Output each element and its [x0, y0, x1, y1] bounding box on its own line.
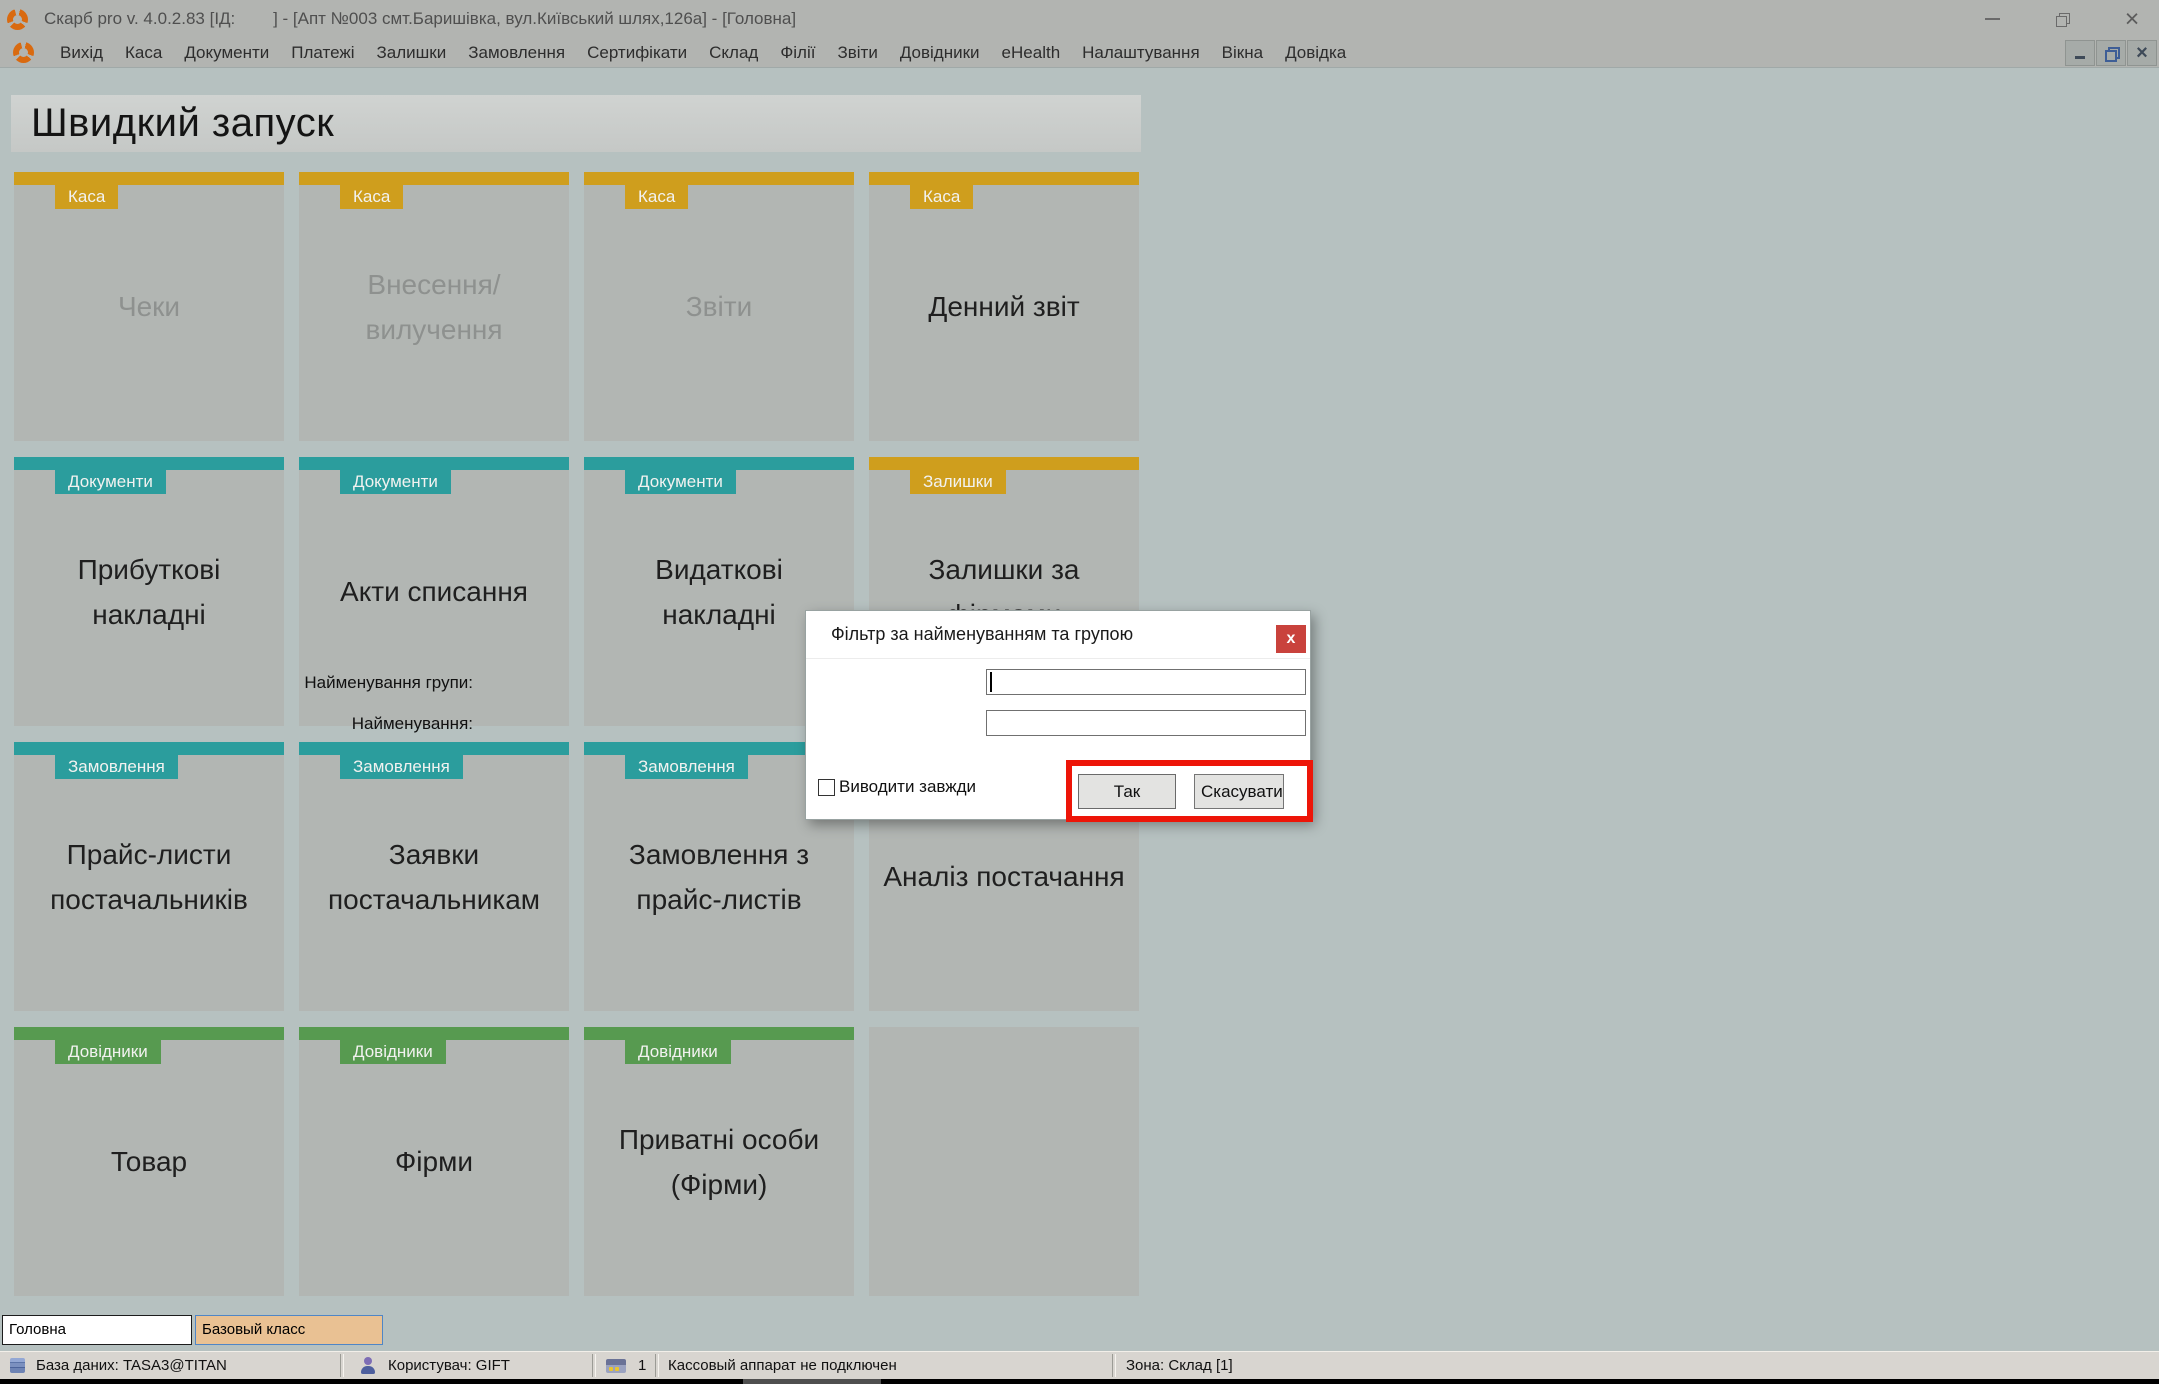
always-show-label: Виводити завжди: [839, 777, 977, 796]
dialog-title-bar[interactable]: Фільтр за найменуванням та групою x: [806, 611, 1310, 659]
window-minimize-button[interactable]: [1979, 6, 2005, 32]
window-title: Скарб pro v. 4.0.2.83 [ІД: ] - [Апт №003…: [44, 9, 797, 28]
mdi-minimize-button[interactable]: [2065, 40, 2095, 66]
tile-label: [869, 1027, 1139, 1296]
tile-tovar[interactable]: Довідники Товар: [14, 1027, 284, 1296]
mdi-close-button[interactable]: ×: [2127, 40, 2157, 66]
tile-vnesennya-vyluchennya[interactable]: Каса Внесення/вилучення: [299, 172, 569, 441]
tile-empty: [869, 1027, 1139, 1296]
menu-item-filii[interactable]: Філії: [769, 40, 826, 66]
tab-holovna[interactable]: Головна: [2, 1315, 192, 1345]
menu-item-zvity[interactable]: Звіти: [826, 40, 888, 66]
tile-label: Денний звіт: [928, 291, 1080, 322]
mdi-restore-button[interactable]: [2096, 40, 2126, 66]
menu-item-zalyshky[interactable]: Залишки: [366, 40, 458, 66]
status-zone: Зона: Склад [1]: [1126, 1357, 1233, 1374]
status-separator: [655, 1354, 659, 1377]
tile-prybutkovi-nakladni[interactable]: Документи Прибуткові накладні: [14, 457, 284, 726]
quick-launch-header: Швидкий запуск: [11, 95, 1141, 152]
filter-dialog: Фільтр за найменуванням та групою x Найм…: [304, 610, 1313, 822]
minimize-icon: [1984, 18, 2000, 20]
name-input[interactable]: [986, 710, 1306, 736]
tab-bazovyi-klass[interactable]: Базовый класс: [195, 1315, 383, 1345]
name-label: Найменування:: [351, 714, 473, 733]
window-restore-button[interactable]: [2049, 6, 2075, 32]
status-separator: [340, 1354, 344, 1377]
app-logo-icon: [7, 8, 28, 30]
menu-item-sertyfikaty[interactable]: Сертифікати: [576, 40, 698, 66]
yes-button[interactable]: Так: [1078, 774, 1176, 809]
status-register-status: Кассовый аппарат не подключен: [668, 1357, 897, 1374]
dialog-close-button[interactable]: x: [1276, 625, 1306, 653]
restore-icon: [2056, 13, 2070, 27]
menu-item-zamovlennya[interactable]: Замовлення: [457, 40, 576, 66]
tile-label: Прайс-листи постачальників: [50, 838, 248, 915]
restore-icon: [2105, 47, 2120, 62]
tile-label: Чеки: [117, 291, 181, 322]
menu-item-dokumenty[interactable]: Документи: [173, 40, 280, 66]
tile-label: Внесення/вилучення: [365, 268, 503, 345]
user-icon: [360, 1357, 376, 1374]
tile-label: Звіти: [685, 291, 753, 322]
tile-firmy[interactable]: Довідники Фірми: [299, 1027, 569, 1296]
menu-item-vikna[interactable]: Вікна: [1211, 40, 1274, 66]
menu-bar: Вихід Каса Документи Платежі Залишки Зам…: [0, 38, 2159, 68]
tile-label: Фірми: [395, 1146, 473, 1177]
taskbar-sliver: [743, 1379, 881, 1384]
tile-label: Товар: [110, 1146, 188, 1177]
close-icon: ×: [2124, 4, 2140, 33]
tile-label: Приватні особи (Фірми): [618, 1123, 820, 1200]
status-bar: База даних: TASA3@TITAN Користувач: GIFT…: [0, 1351, 2159, 1380]
menu-item-platezhi[interactable]: Платежі: [280, 40, 365, 66]
menu-item-dovidka[interactable]: Довідка: [1274, 40, 1357, 66]
tile-label: Заявки постачальникам: [327, 838, 541, 915]
tile-cheky[interactable]: Каса Чеки: [14, 172, 284, 441]
window-close-button[interactable]: ×: [2119, 6, 2145, 32]
menu-item-ehealth[interactable]: eHealth: [991, 40, 1072, 66]
close-icon: ×: [2136, 42, 2148, 64]
group-name-input[interactable]: [986, 669, 1306, 695]
minimize-icon: [2075, 55, 2085, 59]
status-database: База даних: TASA3@TITAN: [36, 1357, 227, 1374]
menu-item-nalashtuvannya[interactable]: Налаштування: [1071, 40, 1211, 66]
tile-pryvatni-osoby-firmy[interactable]: Довідники Приватні особи (Фірми): [584, 1027, 854, 1296]
status-separator: [592, 1354, 596, 1377]
status-user: Користувач: GIFT: [388, 1357, 510, 1374]
cancel-button[interactable]: Скасувати: [1194, 774, 1284, 809]
text-caret: [990, 672, 992, 692]
close-icon: x: [1286, 630, 1296, 647]
tile-label: Прибуткові накладні: [77, 553, 221, 630]
window-title-bar: Скарб pro v. 4.0.2.83 [ІД: ] - [Апт №003…: [0, 0, 2159, 38]
group-name-label: Найменування групи:: [304, 673, 473, 692]
cash-register-icon: [606, 1359, 626, 1373]
dialog-title: Фільтр за найменуванням та групою: [831, 624, 1134, 644]
database-icon: [10, 1358, 25, 1373]
status-separator: [1112, 1354, 1116, 1377]
status-register-count: 1: [638, 1357, 647, 1374]
tile-zayavky-postachalnykam[interactable]: Замовлення Заявки постачальникам: [299, 742, 569, 1011]
menu-item-kasa[interactable]: Каса: [114, 40, 173, 66]
app-logo-icon-small: [13, 42, 34, 63]
menu-item-dovidnyky[interactable]: Довідники: [889, 40, 991, 66]
screen-bottom-edge: [0, 1379, 2159, 1384]
menu-item-vykhid[interactable]: Вихід: [49, 40, 114, 66]
menu-item-sklad[interactable]: Склад: [698, 40, 769, 66]
tile-zvity[interactable]: Каса Звіти: [584, 172, 854, 441]
tile-dennyi-zvit[interactable]: Каса Денний звіт: [869, 172, 1139, 441]
quick-launch-title: Швидкий запуск: [31, 101, 335, 145]
tile-prais-lysty-postachalnykiv[interactable]: Замовлення Прайс-листи постачальників: [14, 742, 284, 1011]
always-show-checkbox[interactable]: [818, 778, 835, 796]
bottom-tab-bar: Головна Базовый класс: [0, 1315, 2159, 1347]
